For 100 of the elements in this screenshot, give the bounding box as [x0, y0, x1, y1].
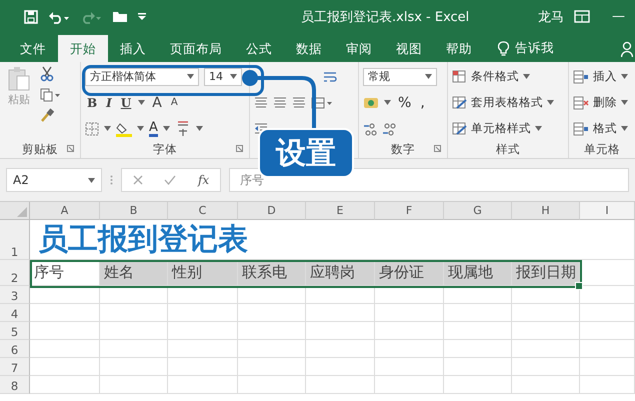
caret-icon[interactable] — [621, 100, 628, 105]
tell-me-field[interactable]: 告诉我 — [515, 40, 554, 57]
empty-cell[interactable] — [580, 340, 635, 358]
empty-cell[interactable] — [306, 358, 375, 376]
table-cell[interactable]: 报到日期 — [512, 260, 580, 286]
empty-cell[interactable] — [168, 358, 238, 376]
empty-cell[interactable] — [444, 304, 512, 322]
row-header[interactable]: 3 — [0, 286, 30, 304]
formula-input[interactable]: 序号 — [229, 168, 629, 192]
style-menu-button[interactable]: 套用表格格式 — [452, 92, 564, 113]
ribbon-display-icon[interactable] — [574, 10, 590, 23]
cancel-icon[interactable] — [132, 175, 143, 185]
row-header[interactable]: 1 — [0, 220, 30, 260]
number-format-dropdown[interactable]: 常规 — [363, 68, 437, 86]
caret-icon[interactable] — [425, 74, 432, 79]
ribbon-tab[interactable]: 页面布局 — [158, 35, 234, 62]
align-left-icon[interactable] — [254, 96, 268, 108]
empty-cell[interactable] — [100, 304, 168, 322]
caret-icon[interactable] — [88, 178, 95, 182]
ribbon-tab[interactable]: 帮助 — [434, 35, 484, 62]
empty-cell[interactable] — [168, 322, 238, 340]
empty-cell[interactable] — [306, 286, 375, 304]
empty-cell[interactable] — [100, 340, 168, 358]
caret-icon[interactable] — [523, 74, 530, 79]
table-cell[interactable]: 应聘岗 — [306, 260, 375, 286]
copy-icon[interactable] — [40, 88, 60, 102]
empty-cell[interactable] — [580, 304, 635, 322]
save-icon[interactable] — [24, 10, 38, 24]
row-header[interactable]: 5 — [0, 322, 30, 340]
row-header[interactable]: 7 — [0, 358, 30, 376]
empty-cell[interactable] — [238, 376, 306, 394]
enter-icon[interactable] — [164, 175, 176, 185]
ribbon-tab[interactable]: 文件 — [8, 35, 58, 62]
name-box[interactable]: A2 — [6, 168, 102, 192]
customize-icon[interactable] — [138, 12, 146, 20]
empty-cell[interactable] — [100, 286, 168, 304]
empty-cell[interactable] — [306, 340, 375, 358]
empty-cell[interactable] — [580, 220, 635, 260]
font-size-dropdown[interactable]: 14 — [204, 68, 242, 86]
empty-cell[interactable] — [238, 286, 306, 304]
cells-menu-button[interactable]: 插入 — [573, 66, 631, 87]
empty-cell[interactable] — [512, 322, 580, 340]
empty-cell[interactable] — [375, 304, 444, 322]
empty-cell[interactable] — [444, 340, 512, 358]
column-header[interactable]: H — [512, 202, 580, 220]
empty-cell[interactable] — [306, 376, 375, 394]
table-cell[interactable]: 身份证 — [375, 260, 444, 286]
caret-icon[interactable] — [535, 126, 542, 131]
column-header[interactable]: G — [444, 202, 512, 220]
caret-icon[interactable] — [196, 126, 203, 131]
comma-button[interactable]: , — [418, 94, 427, 110]
bold-button[interactable]: B — [85, 96, 100, 110]
shrink-font-button[interactable]: A — [168, 97, 180, 108]
ribbon-tab[interactable]: 视图 — [384, 35, 434, 62]
caret-icon[interactable] — [621, 126, 628, 131]
italic-button[interactable]: I — [104, 96, 114, 110]
empty-cell[interactable] — [306, 322, 375, 340]
style-menu-button[interactable]: 条件格式 — [452, 66, 564, 87]
empty-cell[interactable] — [580, 322, 635, 340]
empty-cell[interactable] — [375, 340, 444, 358]
empty-cell[interactable] — [168, 286, 238, 304]
redo-icon[interactable] — [80, 10, 102, 24]
empty-cell[interactable] — [580, 376, 635, 394]
caret-icon[interactable] — [137, 126, 144, 131]
undo-icon[interactable] — [48, 10, 70, 24]
table-cell[interactable]: 联系电 — [238, 260, 306, 286]
cells-menu-button[interactable]: 删除 — [573, 92, 631, 113]
empty-cell[interactable] — [238, 340, 306, 358]
column-header[interactable]: A — [30, 202, 100, 220]
align-right-icon[interactable] — [292, 96, 306, 108]
merge-cells-icon[interactable] — [311, 96, 333, 108]
empty-cell[interactable] — [512, 304, 580, 322]
table-cell[interactable]: 性别 — [168, 260, 238, 286]
caret-icon[interactable] — [547, 100, 554, 105]
lightbulb-icon[interactable] — [498, 40, 509, 56]
caret-icon[interactable] — [621, 74, 628, 79]
decrease-decimal-icon[interactable] — [382, 122, 396, 136]
underline-button[interactable]: U — [118, 96, 134, 110]
borders-icon[interactable] — [85, 122, 99, 136]
empty-cell[interactable] — [238, 358, 306, 376]
caret-icon[interactable] — [138, 100, 146, 105]
style-menu-button[interactable]: 单元格样式 — [452, 118, 564, 139]
ribbon-tab[interactable]: 审阅 — [334, 35, 384, 62]
empty-cell[interactable] — [100, 358, 168, 376]
font-name-dropdown[interactable]: 方正楷体简体 — [85, 68, 199, 86]
column-header[interactable]: E — [306, 202, 375, 220]
caret-icon[interactable] — [384, 100, 391, 105]
dialog-launcher-icon[interactable] — [434, 145, 441, 152]
row-header[interactable]: 8 — [0, 376, 30, 394]
column-header[interactable]: C — [168, 202, 238, 220]
empty-cell[interactable] — [375, 358, 444, 376]
column-header[interactable]: I — [580, 202, 635, 220]
currency-icon[interactable] — [363, 96, 379, 110]
empty-cell[interactable] — [375, 376, 444, 394]
column-header[interactable]: D — [238, 202, 306, 220]
fill-color-icon[interactable] — [116, 120, 132, 136]
empty-cell[interactable] — [168, 304, 238, 322]
empty-cell[interactable] — [444, 286, 512, 304]
empty-cell[interactable] — [375, 286, 444, 304]
ribbon-tab[interactable]: 数据 — [284, 35, 334, 62]
